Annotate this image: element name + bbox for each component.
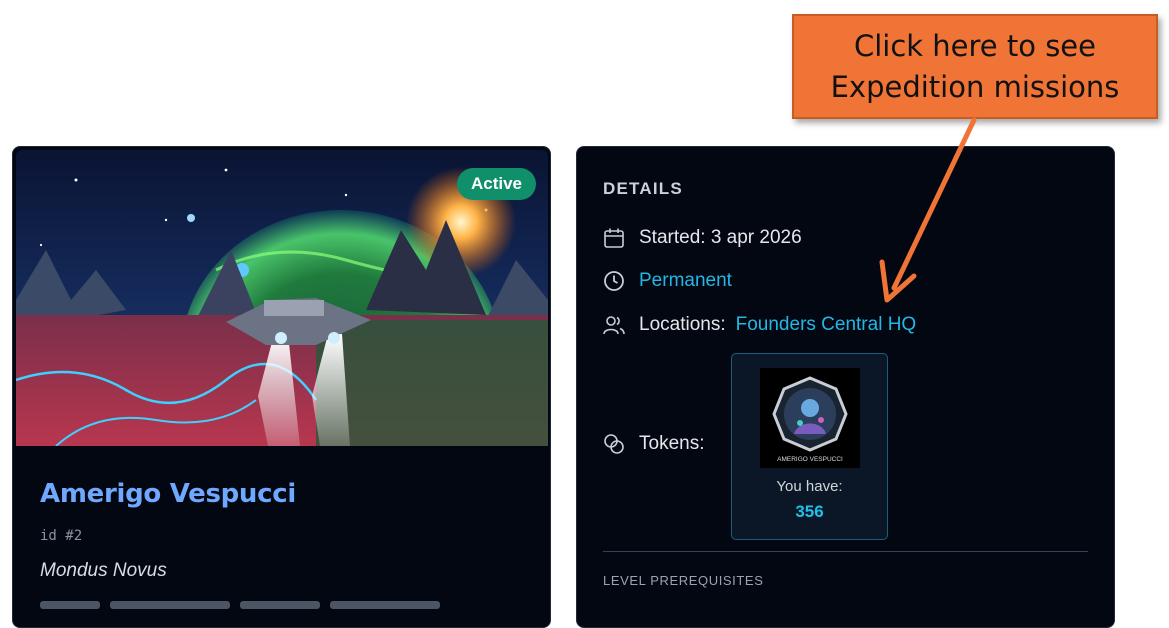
level-prerequisites-heading: LEVEL PREREQUISITES xyxy=(603,573,764,588)
expedition-subtitle: Mondus Novus xyxy=(40,560,167,581)
details-card: DETAILS Started: 3 apr 2026 Permanent Lo… xyxy=(576,146,1115,628)
calendar-icon xyxy=(603,227,625,249)
callout-box: Click here to see Expedition missions xyxy=(792,14,1158,119)
started-row: Started: 3 apr 2026 xyxy=(603,227,802,249)
divider xyxy=(603,551,1088,552)
you-have-label: You have: xyxy=(776,478,843,495)
tokens-label: Tokens: xyxy=(639,433,705,454)
started-text: Started: 3 apr 2026 xyxy=(639,227,802,248)
coins-icon xyxy=(603,433,625,455)
expedition-id: id #2 xyxy=(40,528,83,544)
locations-row: Locations: Founders Central HQ xyxy=(603,314,916,336)
token-emblem-icon: AMERIGO VESPUCCI xyxy=(760,368,860,468)
duration-row: Permanent xyxy=(603,270,732,292)
status-badge: Active xyxy=(456,168,536,200)
token-image: AMERIGO VESPUCCI xyxy=(760,368,860,468)
duration-link[interactable]: Permanent xyxy=(639,270,732,292)
callout-line-1: Click here to see xyxy=(853,28,1096,63)
tokens-row: Tokens: xyxy=(603,433,704,455)
clock-icon xyxy=(603,270,625,292)
expedition-description xyxy=(40,599,520,611)
expedition-image: Active xyxy=(16,150,548,446)
expedition-card[interactable]: Active Amerigo Vespucci id #2 Mondus Nov… xyxy=(12,146,551,628)
token-count: 356 xyxy=(795,502,824,521)
token-card[interactable]: AMERIGO VESPUCCI You have: 356 xyxy=(731,353,888,540)
users-icon xyxy=(603,314,625,336)
locations-label: Locations: xyxy=(639,314,726,335)
expedition-title: Amerigo Vespucci xyxy=(40,479,296,509)
description-text-blur xyxy=(40,601,440,609)
details-heading: DETAILS xyxy=(603,179,683,198)
callout-line-2: Expedition missions xyxy=(830,69,1120,104)
token-image-caption: AMERIGO VESPUCCI xyxy=(777,456,843,463)
location-link[interactable]: Founders Central HQ xyxy=(736,314,917,336)
